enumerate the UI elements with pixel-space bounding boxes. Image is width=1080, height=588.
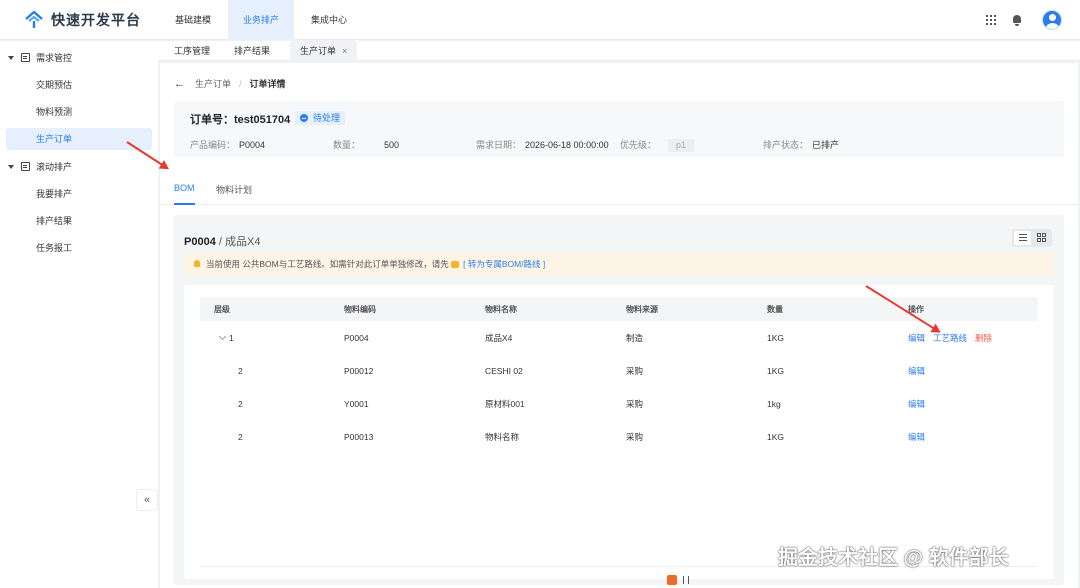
- product-code-field: 产品编码： P0004: [190, 140, 266, 150]
- main-content: ← 生产订单 / 订单详情 订单号：test051704 待处理 产品编码： P0…: [160, 63, 1078, 588]
- edit-button[interactable]: 编辑: [908, 399, 925, 409]
- tab-production-order[interactable]: 生产订单 ×: [290, 41, 358, 61]
- sidebar-item-task-report[interactable]: 任务报工: [6, 237, 152, 259]
- caret-down-icon: [8, 165, 14, 169]
- order-summary: 订单号：test051704 待处理 产品编码： P0004 数量： 500 需求日…: [174, 101, 1064, 157]
- bom-table-container: 层级 物料编码 物料名称 物料来源 数量 操作 1 P0004 成品X4 制造: [184, 285, 1054, 579]
- bom-panel: P0004 / 成品X4 当前使用 公共BOM与工艺路线。如需针对此订单单独修改…: [174, 215, 1064, 585]
- sidebar-group-demand[interactable]: 需求管控: [0, 47, 158, 69]
- sidebar-group-label: 需求管控: [36, 53, 73, 63]
- status-text: 待处理: [313, 113, 341, 123]
- lightbulb-icon: [194, 260, 200, 267]
- schedule-status-field: 排产状态： 已排产: [763, 140, 840, 150]
- breadcrumb: ← 生产订单 / 订单详情: [174, 77, 286, 90]
- convert-bom-link[interactable]: [ 转为专属BOM/路线 ]: [463, 259, 545, 269]
- topnav-item-modeling[interactable]: 基础建模: [160, 0, 226, 40]
- col-material-source: 物料来源: [626, 297, 767, 321]
- table-row: 2 Y0001 原材料001 采购 1kg 编辑: [238, 398, 926, 409]
- due-date-field: 需求日期： 2026-06-18 00:00:00: [476, 140, 609, 150]
- close-icon[interactable]: ×: [342, 46, 347, 56]
- table-row: 2 P00012 CESHI 02 采购 1KG 编辑: [238, 365, 926, 376]
- expand-chevron-icon[interactable]: [218, 332, 227, 340]
- col-material-code: 物料编码: [344, 297, 485, 321]
- sidebar-item-schedule-result[interactable]: 排产结果: [6, 210, 152, 232]
- bom-notice: 当前使用 公共BOM与工艺路线。如需针对此订单单独修改，请先 [ 转为专属BOM…: [184, 253, 1054, 275]
- bom-table: 层级 物料编码 物料名称 物料来源 数量 操作 1 P0004 成品X4 制造: [200, 297, 1038, 453]
- sidebar-group-label: 滚动排产: [36, 162, 73, 172]
- order-number: 订单号：test051704: [190, 114, 291, 126]
- apps-grid-icon[interactable]: [986, 15, 996, 25]
- table-row: 2 P00013 物料名称 采购 1KG 编辑: [238, 431, 926, 442]
- quantity-field: 数量： 500: [333, 140, 400, 150]
- edit-button[interactable]: 编辑: [908, 333, 925, 343]
- sidebar-item-schedule[interactable]: 我要排产: [6, 183, 152, 205]
- tab-material-plan[interactable]: 物料计划: [216, 183, 252, 205]
- top-nav: 基础建模 业务排产 集成中心: [160, 0, 364, 40]
- sidebar-item-material-forecast[interactable]: 物料预测: [6, 101, 152, 123]
- grid-icon: [1037, 233, 1046, 242]
- breadcrumb-current: 订单详情: [249, 79, 286, 89]
- topnav-item-integration[interactable]: 集成中心: [296, 0, 362, 40]
- sidebar-collapse-button[interactable]: «: [136, 489, 158, 511]
- card-view-button[interactable]: [1033, 231, 1050, 245]
- col-actions: 操作: [908, 297, 1038, 321]
- watermark: 掘金技术社区 @ 软件部长: [778, 547, 1009, 569]
- back-arrow-icon[interactable]: ←: [174, 78, 185, 90]
- bom-title: P0004 / 成品X4: [184, 236, 261, 248]
- priority-chip: p1: [668, 139, 695, 152]
- app-badge-icon: [667, 575, 677, 585]
- app-title: 快速开发平台: [51, 12, 141, 28]
- sidebar-item-production-order[interactable]: 生产订单: [6, 128, 152, 150]
- view-toggle: [1012, 229, 1052, 247]
- bell-icon[interactable]: [1012, 14, 1022, 26]
- edit-button[interactable]: 编辑: [908, 366, 925, 376]
- top-header: 快速开发平台 基础建模 业务排产 集成中心: [0, 0, 1080, 40]
- table-row: 1 P0004 成品X4 制造 1KG 编辑 工艺路线 删除: [200, 321, 1038, 354]
- pointing-hand-icon: [450, 261, 459, 268]
- caret-down-icon: [8, 56, 14, 60]
- delete-button[interactable]: 删除: [975, 333, 992, 343]
- user-avatar-icon[interactable]: [1042, 10, 1062, 30]
- breadcrumb-separator: /: [239, 78, 242, 89]
- top-icons: [986, 10, 1062, 30]
- minus-circle-icon: [300, 114, 308, 122]
- edit-button[interactable]: 编辑: [908, 432, 925, 442]
- floating-toolbar[interactable]: [665, 573, 695, 588]
- col-material-name: 物料名称: [485, 297, 626, 321]
- tab-process-management[interactable]: 工序管理: [164, 41, 220, 61]
- tab-bom[interactable]: BOM: [174, 183, 195, 205]
- table-header-row: 层级 物料编码 物料名称 物料来源 数量 操作: [200, 297, 1038, 321]
- breadcrumb-parent[interactable]: 生产订单: [195, 77, 231, 90]
- logo[interactable]: 快速开发平台: [24, 10, 141, 30]
- sidebar: 需求管控 交期预估 物料预测 生产订单 滚动排产 我要排产 排产结果 任务报工: [0, 41, 158, 588]
- status-badge: 待处理: [295, 111, 346, 125]
- sidebar-item-delivery-estimate[interactable]: 交期预估: [6, 74, 152, 96]
- sidebar-group-rolling[interactable]: 滚动排产: [0, 156, 158, 178]
- tab-label: 生产订单: [300, 46, 337, 56]
- logo-icon: [25, 10, 43, 28]
- priority-field: 优先级： p1: [620, 138, 695, 152]
- expand-icon: [683, 576, 689, 584]
- tab-bar: 工序管理 排产结果 生产订单 ×: [158, 41, 1080, 61]
- list-icon: [1019, 234, 1027, 236]
- calendar-icon: [21, 53, 30, 62]
- list-view-button[interactable]: [1014, 231, 1031, 245]
- col-level: 层级: [200, 297, 344, 321]
- schedule-icon: [21, 162, 30, 171]
- topnav-item-scheduling[interactable]: 业务排产: [228, 0, 294, 40]
- tab-schedule-result[interactable]: 排产结果: [224, 41, 280, 61]
- detail-tabs: BOM 物料计划: [160, 175, 1078, 205]
